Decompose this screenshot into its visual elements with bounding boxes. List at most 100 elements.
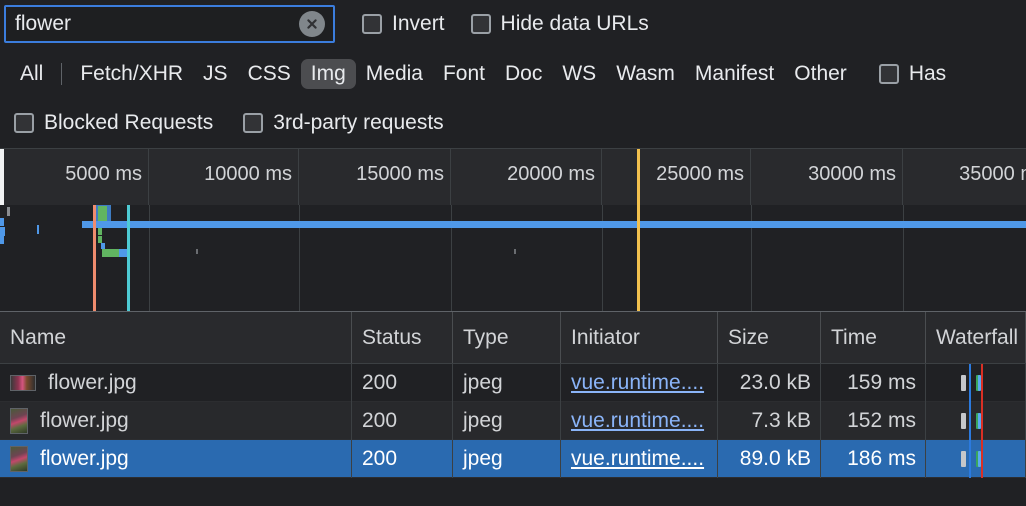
type-chip-css[interactable]: CSS (238, 59, 301, 89)
cell-status: 200 (352, 401, 453, 440)
cell-initiator[interactable]: vue.runtime.... (561, 439, 718, 478)
dom-content-loaded-marker (93, 205, 96, 311)
network-overview[interactable]: 5000 ms 10000 ms 15000 ms 20000 ms 25000 ms 3… (0, 148, 1026, 311)
waterfall-load-line (981, 363, 983, 402)
cell-size: 7.3 kB (718, 401, 821, 440)
overview-request-bar (102, 249, 119, 257)
overview-request-bar (37, 225, 39, 234)
checkbox-box-invert[interactable] (362, 14, 382, 34)
table-row[interactable]: flower.jpg 200 jpeg vue.runtime.... 7.3 kB 15… (0, 401, 1026, 440)
filter-toolbar-row: Invert Hide data URLs (0, 0, 1026, 48)
type-chip-font[interactable]: Font (433, 59, 495, 89)
filter-box[interactable] (4, 5, 335, 43)
waterfall-load-line (981, 439, 983, 478)
table-row[interactable]: flower.jpg 200 jpeg vue.runtime.... 23.0 kB 1… (0, 363, 1026, 402)
type-chip-wasm[interactable]: Wasm (606, 59, 685, 89)
initiator-link[interactable]: vue.runtime.... (571, 409, 704, 433)
overview-selection-handle[interactable] (0, 149, 4, 205)
cell-size: 89.0 kB (718, 439, 821, 478)
first-paint-marker-ruler (637, 149, 640, 205)
cell-time: 186 ms (821, 439, 926, 478)
overview-request-bar (82, 221, 1026, 228)
hide-data-urls-label: Hide data URLs (500, 12, 649, 35)
cell-waterfall[interactable] (926, 439, 1026, 478)
timeline-tick: 35000 ms (0, 149, 1026, 205)
overview-request-bar (98, 236, 102, 243)
overview-graph[interactable] (0, 149, 1026, 311)
type-chip-other[interactable]: Other (784, 59, 857, 89)
devtools-network-panel: Invert Hide data URLs All Fetch/XHR JS C… (0, 0, 1026, 506)
overview-request-bar (98, 206, 107, 221)
type-chip-img[interactable]: Img (300, 59, 356, 89)
cell-time: 152 ms (821, 401, 926, 440)
requests-table: Name Status Type Initiator Size Time Waterfall… (0, 311, 1026, 506)
type-chip-ws[interactable]: WS (552, 59, 606, 89)
blocked-requests-checkbox[interactable]: Blocked Requests (14, 111, 213, 135)
type-chip-js[interactable]: JS (193, 59, 238, 89)
resource-type-filter-row: All Fetch/XHR JS CSS Img Media Font Doc … (0, 52, 1026, 96)
request-name: flower.jpg (40, 408, 129, 432)
column-header-initiator[interactable]: Initiator (561, 312, 718, 363)
cell-waterfall[interactable] (926, 401, 1026, 440)
cell-type: jpeg (453, 401, 561, 440)
waterfall-segment (961, 450, 966, 467)
clear-filter-icon[interactable] (299, 11, 325, 37)
cell-name[interactable]: flower.jpg (0, 363, 352, 402)
column-header-name[interactable]: Name (0, 312, 352, 363)
overview-request-bar (514, 249, 516, 254)
type-chip-doc[interactable]: Doc (495, 59, 552, 89)
load-event-marker (127, 205, 130, 311)
timeline-ruler[interactable]: 5000 ms 10000 ms 15000 ms 20000 ms 25000 ms 3… (0, 149, 1026, 205)
waterfall-dom-content-loaded-line (969, 439, 971, 478)
blocked-requests-label: Blocked Requests (44, 111, 214, 134)
has-label: Has (908, 62, 947, 85)
cell-initiator[interactable]: vue.runtime.... (561, 363, 718, 402)
request-options-row: Blocked Requests 3rd-party requests (0, 100, 1026, 146)
first-paint-marker (637, 205, 640, 311)
cell-name[interactable]: flower.jpg (0, 439, 352, 478)
overview-request-bar (0, 236, 4, 244)
checkbox-box-blocked-requests[interactable] (14, 113, 34, 133)
cell-waterfall[interactable] (926, 363, 1026, 402)
type-chip-manifest[interactable]: Manifest (685, 59, 784, 89)
thumbnail-landscape-flower-thumbnail (10, 374, 36, 391)
filter-input[interactable] (6, 7, 286, 41)
checkbox-box-hide-data-urls[interactable] (470, 14, 491, 34)
cell-size: 23.0 kB (718, 363, 821, 402)
column-header-waterfall[interactable]: Waterfall (926, 312, 1026, 363)
has-blocked-cookies-checkbox[interactable]: Has (878, 62, 947, 86)
cell-time: 159 ms (821, 363, 926, 402)
request-name: flower.jpg (40, 446, 129, 470)
checkbox-box-has[interactable] (878, 64, 899, 84)
cell-type: jpeg (453, 363, 561, 402)
cell-name[interactable]: flower.jpg (0, 401, 352, 440)
column-header-status[interactable]: Status (352, 312, 453, 363)
column-header-size[interactable]: Size (718, 312, 821, 363)
third-party-requests-checkbox[interactable]: 3rd-party requests (243, 111, 444, 135)
initiator-link[interactable]: vue.runtime.... (571, 447, 704, 471)
checkbox-box-third-party[interactable] (243, 113, 264, 133)
table-row[interactable]: flower.jpg 200 jpeg vue.runtime.... 89.0 kB 1… (0, 439, 1026, 478)
type-chip-media[interactable]: Media (356, 59, 433, 89)
column-header-type[interactable]: Type (453, 312, 561, 363)
initiator-link[interactable]: vue.runtime.... (571, 371, 704, 395)
timeline-tick-label: 35000 ms (959, 163, 1026, 185)
waterfall-segment (961, 374, 966, 391)
overview-request-bar (98, 228, 102, 235)
request-name: flower.jpg (48, 370, 137, 394)
invert-checkbox[interactable]: Invert (362, 12, 445, 36)
column-header-time[interactable]: Time (821, 312, 926, 363)
waterfall-segment (961, 412, 966, 429)
cell-initiator[interactable]: vue.runtime.... (561, 401, 718, 440)
overview-request-bar (0, 227, 5, 236)
thumbnail-portrait-flower-thumbnail (10, 445, 28, 472)
invert-label: Invert (392, 12, 445, 35)
overview-request-bar (0, 218, 4, 226)
type-chip-all[interactable]: All (10, 59, 53, 89)
overview-request-bar (7, 207, 10, 216)
cell-status: 200 (352, 363, 453, 402)
type-chip-fetch-xhr[interactable]: Fetch/XHR (70, 59, 193, 89)
hide-data-urls-checkbox[interactable]: Hide data URLs (470, 12, 649, 36)
thumbnail-portrait-flower-thumbnail (10, 407, 28, 434)
table-body: flower.jpg 200 jpeg vue.runtime.... 23.0 kB 1… (0, 363, 1026, 478)
